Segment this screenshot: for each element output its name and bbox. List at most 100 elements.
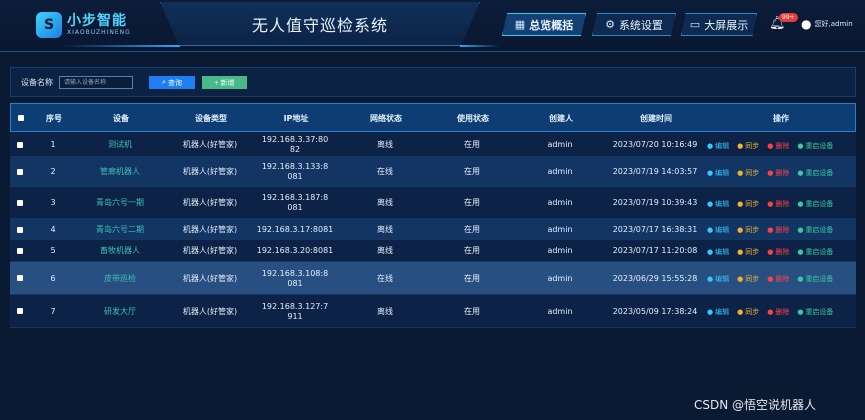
- delete-label: 删除: [775, 142, 790, 150]
- delete-label: 删除: [775, 169, 790, 177]
- cell-device[interactable]: 测试机: [85, 132, 155, 157]
- restart-dot-icon: ●: [797, 308, 804, 316]
- row-checkbox[interactable]: [17, 142, 23, 148]
- row-actions: ● 编辑 ● 同步 ● 删除 ● 重启设备: [707, 168, 833, 178]
- column-header-created-time: 创建时间: [640, 114, 672, 123]
- top-header: S 小步智能 XIAOBUZHINENG 无人值守巡检系统 ▦ 总览概括 ⚙ 系…: [0, 0, 865, 52]
- row-actions: ● 编辑 ● 同步 ● 删除 ● 重启设备: [707, 225, 833, 235]
- query-button[interactable]: ⌕ 查询: [149, 76, 195, 89]
- cell-device[interactable]: 研发大厅: [85, 295, 155, 328]
- cell-created-time: 2023/07/20 10:16:49: [612, 139, 698, 149]
- column-header-network: 网络状态: [370, 114, 402, 123]
- restart-action[interactable]: ● 重启设备: [797, 247, 833, 257]
- row-checkbox[interactable]: [17, 169, 23, 175]
- restart-dot-icon: ●: [797, 169, 804, 177]
- table-row: 3 青岛六号一期 机器人(好管家) 192.168.3.187:8081 离线 …: [10, 187, 856, 219]
- cell-ip: 192.168.3.127:7911: [261, 301, 329, 321]
- cell-device[interactable]: 青岛六号一期: [85, 187, 155, 219]
- nav-bigscreen-button[interactable]: ▭ 大屏展示: [681, 13, 757, 36]
- edit-action[interactable]: ● 编辑: [707, 225, 729, 235]
- delete-action[interactable]: ● 删除: [767, 225, 789, 235]
- logo-subtitle: XIAOBUZHINENG: [67, 29, 131, 36]
- sync-action[interactable]: ● 同步: [737, 141, 759, 151]
- sync-dot-icon: ●: [737, 275, 744, 283]
- cell-network-status: 在线: [377, 273, 393, 283]
- edit-action[interactable]: ● 编辑: [707, 199, 729, 209]
- delete-label: 删除: [775, 200, 790, 208]
- delete-action[interactable]: ● 删除: [767, 274, 789, 284]
- row-checkbox[interactable]: [17, 227, 23, 233]
- row-checkbox[interactable]: [17, 248, 23, 254]
- nav-settings-button[interactable]: ⚙ 系统设置: [592, 13, 676, 36]
- cell-device[interactable]: 青岛六号二期: [85, 219, 155, 240]
- delete-action[interactable]: ● 删除: [767, 168, 789, 178]
- cell-created-time: 2023/06/29 15:55:28: [612, 273, 698, 283]
- row-actions: ● 编辑 ● 同步 ● 删除 ● 重启设备: [707, 307, 833, 317]
- delete-action[interactable]: ● 删除: [767, 141, 789, 151]
- delete-action[interactable]: ● 删除: [767, 247, 789, 257]
- edit-label: 编辑: [715, 169, 730, 177]
- table-row: 6 皮带巡检 机器人(好管家) 192.168.3.108:8081 在线 在用…: [10, 262, 856, 295]
- column-header-no: 序号: [46, 114, 62, 123]
- restart-action[interactable]: ● 重启设备: [797, 307, 833, 317]
- edit-label: 编辑: [715, 248, 730, 256]
- cell-creator: admin: [547, 139, 573, 149]
- cell-network-status: 在线: [377, 167, 393, 176]
- cell-device[interactable]: 畜牧机器人: [85, 240, 155, 262]
- sync-label: 同步: [745, 200, 760, 208]
- nav-overview-button[interactable]: ▦ 总览概括: [502, 13, 586, 36]
- sync-action[interactable]: ● 同步: [737, 199, 759, 209]
- sync-action[interactable]: ● 同步: [737, 247, 759, 257]
- edit-action[interactable]: ● 编辑: [707, 307, 729, 317]
- sync-action[interactable]: ● 同步: [737, 307, 759, 317]
- edit-dot-icon: ●: [707, 226, 714, 234]
- delete-action[interactable]: ● 删除: [767, 307, 789, 317]
- cell-device[interactable]: 皮带巡检: [85, 262, 155, 295]
- edit-label: 编辑: [715, 226, 730, 234]
- sync-action[interactable]: ● 同步: [737, 168, 759, 178]
- row-checkbox[interactable]: [17, 275, 23, 281]
- notification-badge: 99+: [779, 13, 798, 22]
- edit-label: 编辑: [715, 200, 730, 208]
- restart-label: 重启设备: [805, 169, 834, 177]
- restart-action[interactable]: ● 重启设备: [797, 168, 833, 178]
- edit-action[interactable]: ● 编辑: [707, 141, 729, 151]
- cell-device[interactable]: 管廊机器人: [85, 157, 155, 187]
- restart-label: 重启设备: [805, 248, 834, 256]
- table-header: 序号 设备 设备类型 IP地址 网络状态 使用状态 创建人 创建时间 操作: [10, 103, 856, 132]
- row-checkbox[interactable]: [17, 308, 23, 314]
- device-name-search-input[interactable]: [59, 76, 133, 89]
- add-button[interactable]: + 新增: [202, 76, 247, 89]
- edit-dot-icon: ●: [707, 169, 714, 177]
- device-table: 序号 设备 设备类型 IP地址 网络状态 使用状态 创建人 创建时间 操作 1 …: [10, 103, 856, 328]
- edit-action[interactable]: ● 编辑: [707, 274, 729, 284]
- cell-no: 2: [50, 167, 56, 176]
- restart-action[interactable]: ● 重启设备: [797, 141, 833, 151]
- user-menu[interactable]: ● 您好,admin: [801, 17, 853, 31]
- edit-dot-icon: ●: [707, 142, 714, 150]
- restart-action[interactable]: ● 重启设备: [797, 199, 833, 209]
- sync-action[interactable]: ● 同步: [737, 225, 759, 235]
- logo-text: 小步智能 XIAOBUZHINENG: [67, 14, 131, 37]
- sync-label: 同步: [745, 169, 760, 177]
- delete-label: 删除: [775, 226, 790, 234]
- edit-label: 编辑: [715, 308, 730, 316]
- restart-action[interactable]: ● 重启设备: [797, 274, 833, 284]
- cell-creator: admin: [547, 167, 573, 176]
- edit-action[interactable]: ● 编辑: [707, 247, 729, 257]
- delete-action[interactable]: ● 删除: [767, 199, 789, 209]
- row-checkbox[interactable]: [17, 200, 23, 206]
- edit-action[interactable]: ● 编辑: [707, 168, 729, 178]
- delete-label: 删除: [775, 308, 790, 316]
- table-row: 7 研发大厅 机器人(好管家) 192.168.3.127:7911 离线 在用…: [10, 295, 856, 328]
- grid-icon: ▦: [514, 18, 526, 31]
- restart-action[interactable]: ● 重启设备: [797, 225, 833, 235]
- delete-dot-icon: ●: [767, 226, 774, 234]
- cell-no: 4: [50, 224, 56, 234]
- sync-action[interactable]: ● 同步: [737, 274, 759, 284]
- select-all-checkbox[interactable]: [18, 115, 24, 121]
- nav-bigscreen-label: 大屏展示: [704, 18, 749, 32]
- cell-created-time: 2023/07/17 11:20:08: [612, 246, 698, 255]
- add-button-label: + 新增: [214, 79, 235, 87]
- cell-network-status: 离线: [377, 246, 393, 255]
